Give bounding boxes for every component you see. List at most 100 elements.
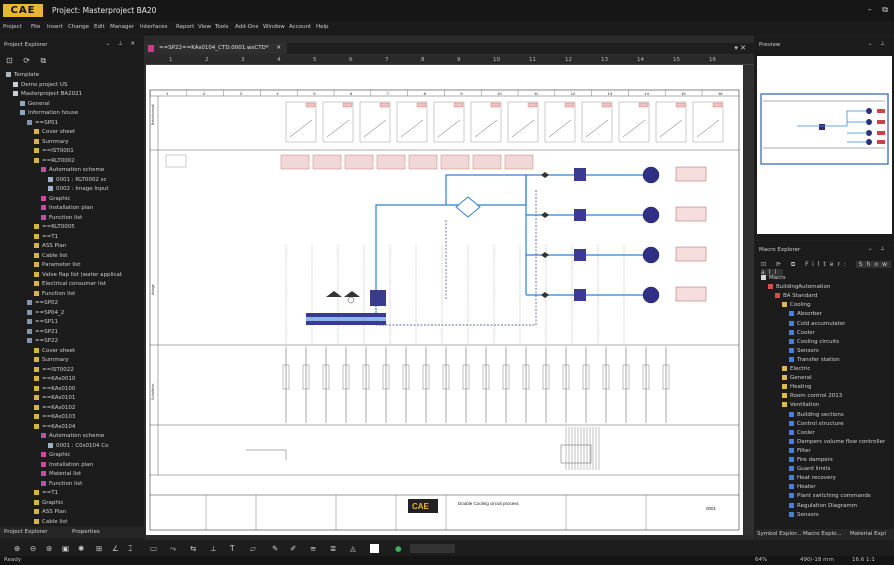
menu-report[interactable]: Report	[176, 24, 194, 30]
document-tab[interactable]: ==SP22==KAs0104_CTD.0001.wsCTD* ✕	[145, 43, 287, 54]
tree-item[interactable]: Parameter list	[34, 262, 80, 269]
measure-icon[interactable]: ◬	[350, 544, 356, 553]
project-toolbar-icons[interactable]: ⊡ ⟳ ⧉	[6, 56, 50, 66]
preview-thumbnail[interactable]	[757, 56, 892, 234]
snap-icon[interactable]: ✱	[78, 544, 84, 553]
tree-item[interactable]: ==RLT0005	[34, 224, 75, 231]
wire-tool-icon[interactable]: ⤳	[170, 544, 176, 554]
tree-item[interactable]: BuildingAutomation	[768, 284, 830, 291]
tree-item[interactable]: Filter	[789, 447, 811, 455]
menu-edit[interactable]: Edit	[94, 24, 105, 30]
tab-macro-explorer[interactable]: Macro Explo...	[803, 531, 842, 537]
tree-item[interactable]: Heat recovery	[789, 475, 836, 482]
tabbar-close-icon[interactable]: ▾ ✕	[734, 44, 746, 52]
frame-tool-icon[interactable]: ▱	[250, 544, 256, 553]
tab-material-explorer[interactable]: Material Expl	[850, 531, 886, 537]
tree-item[interactable]: ==SP01	[27, 119, 58, 127]
tree-item[interactable]: Summary	[34, 357, 69, 364]
window-controls[interactable]: – ⧉	[868, 5, 888, 15]
tree-item[interactable]: 0001 : RLT0002 sc	[48, 176, 106, 184]
tree-item[interactable]: Demo project US	[13, 81, 67, 89]
tree-item[interactable]: Function list	[34, 290, 75, 298]
zoom-fit-icon[interactable]: ⊛	[46, 544, 52, 553]
tree-item[interactable]: Masterproject BA2021	[13, 91, 82, 98]
page-icon[interactable]: ▣	[62, 544, 69, 553]
zoom-out-icon[interactable]: ⊖	[30, 544, 36, 553]
tree-item[interactable]: Template	[6, 72, 39, 79]
tree-item[interactable]: Installation plan	[41, 205, 93, 212]
tree-item[interactable]: Installation plan	[41, 461, 93, 469]
tree-item[interactable]: Material list	[41, 471, 81, 478]
tree-item[interactable]: Cooling circuits	[789, 338, 839, 346]
menu-window[interactable]: Window	[263, 24, 285, 30]
tree-item[interactable]: ==KAs0010	[34, 376, 75, 383]
menu-help[interactable]: Help	[316, 24, 329, 30]
tab-properties[interactable]: Properties	[72, 529, 100, 535]
tree-item[interactable]: Absorber	[789, 311, 822, 318]
preview-pin-icons[interactable]: ⌄ ⊥	[868, 41, 888, 47]
check-icon[interactable]: ●	[395, 544, 402, 553]
tree-item[interactable]: Electrical consumer list	[34, 281, 106, 288]
menu-account[interactable]: Account	[289, 24, 311, 30]
panel-pin-close-icons[interactable]: ⌄ ⊥ ✕	[105, 41, 138, 47]
cursor-icon[interactable]: ⌶	[128, 544, 133, 554]
tree-item[interactable]: BA Standard	[775, 293, 817, 300]
tree-item[interactable]: ==KAs0104	[34, 423, 75, 431]
tree-item[interactable]: Ventilation	[782, 402, 819, 409]
tree-item[interactable]: ==IST0001	[34, 148, 74, 155]
tree-item[interactable]: ==KAs0101	[34, 395, 75, 402]
tree-item[interactable]: ==KAs0103	[34, 414, 75, 421]
symbol-tool-icon[interactable]: ⊥	[210, 544, 217, 553]
tree-item[interactable]: Macro	[761, 275, 786, 282]
tree-item[interactable]: ==SP22	[27, 338, 58, 345]
tree-item[interactable]: Summary	[34, 138, 69, 146]
tab-project-explorer[interactable]: Project Explorer	[4, 529, 47, 535]
tree-item[interactable]: ==SP04_2	[27, 309, 64, 317]
tree-item[interactable]: 0001 : C0s0104 Co	[48, 442, 109, 450]
grid-icon[interactable]: ⊞	[96, 544, 102, 553]
tree-item[interactable]: ASS Plan	[34, 509, 66, 516]
tree-item[interactable]: Graphic	[41, 452, 70, 459]
schematic-canvas[interactable]: 1 2 3 4 5 6 7 8 9 10 11 12 13 14 15 16 CAE Double Cooling…	[146, 65, 743, 535]
tree-item[interactable]: Cold accumulator	[789, 320, 845, 328]
menu-tools[interactable]: Tools	[215, 24, 229, 30]
close-tab-icon[interactable]: ✕	[276, 45, 281, 51]
tree-item[interactable]: Cable list	[34, 518, 67, 526]
tree-item[interactable]: Heating	[782, 384, 812, 391]
menu-change[interactable]: Change	[68, 24, 89, 30]
tree-item[interactable]: Function list	[41, 214, 82, 222]
zoom-in-icon[interactable]: ⊕	[14, 544, 20, 553]
tree-item[interactable]: ==T1	[34, 233, 58, 241]
tree-item[interactable]: Building sections	[789, 411, 844, 419]
tree-item[interactable]: Cooler	[789, 329, 815, 337]
tree-item[interactable]: Plant switching commands	[789, 493, 871, 500]
tree-item[interactable]: Regulation Diagramm	[789, 502, 857, 510]
menu-manager[interactable]: Manager	[110, 24, 134, 30]
tree-item[interactable]: ==SP21	[27, 328, 58, 336]
tree-item[interactable]: ==KAs0102	[34, 404, 75, 412]
connect-tool-icon[interactable]: ⇆	[190, 544, 196, 553]
tree-item[interactable]: Transfer station	[789, 356, 840, 364]
menu-insert[interactable]: Insert	[47, 24, 63, 30]
tree-item[interactable]: Dampers volume flow controller	[789, 438, 885, 446]
tree-item[interactable]: ==SP02	[27, 300, 58, 307]
color-swatch[interactable]	[370, 544, 379, 553]
tree-item[interactable]: Sensors	[789, 347, 819, 355]
tree-item[interactable]: Control structure	[789, 420, 844, 428]
tree-item[interactable]: Function list	[41, 480, 82, 488]
tree-item[interactable]: Guard limits	[789, 466, 831, 473]
menu-project[interactable]: Project	[3, 24, 22, 30]
text-tool-icon[interactable]: Ƭ	[230, 544, 235, 553]
tree-item[interactable]: Valve flap list (water applicat	[34, 271, 122, 279]
macro-pin-icons[interactable]: ⌄ ⊥	[868, 246, 888, 252]
tree-item[interactable]: Room control 2013	[782, 393, 842, 400]
line-icon[interactable]: ∠	[112, 544, 119, 553]
tree-item[interactable]: ASS Plan	[34, 243, 66, 250]
tree-item[interactable]: ==IST0022	[34, 366, 74, 374]
align-icon[interactable]: ≡	[310, 544, 316, 553]
tree-item[interactable]: Graphic	[34, 499, 63, 507]
tree-item[interactable]: ==RLT0002	[34, 157, 75, 165]
tree-item[interactable]: Cooler	[789, 429, 815, 437]
layer-select[interactable]	[410, 544, 455, 553]
tree-item[interactable]: ==KAs0100	[34, 385, 75, 393]
